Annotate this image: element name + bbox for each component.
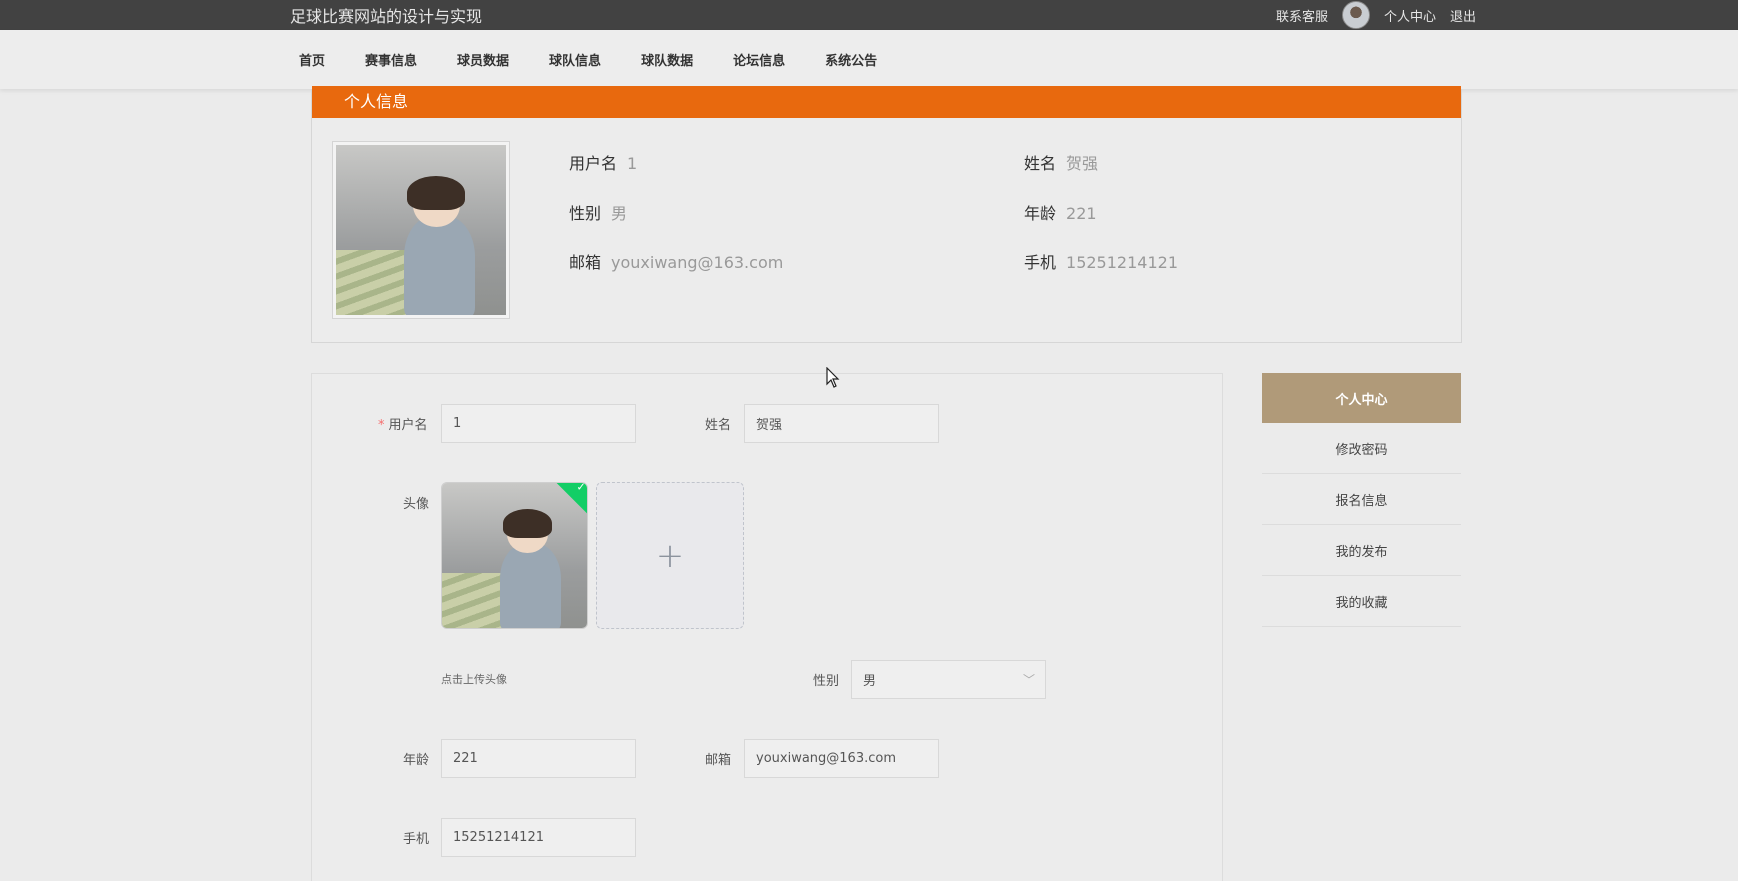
info-age-label: 年龄 (1024, 204, 1057, 223)
name-field[interactable]: 贺强 (744, 404, 939, 443)
profile-photo (332, 141, 510, 319)
info-phone: 手机 15251214121 (1024, 249, 1178, 273)
age-field-label: 年龄 (403, 753, 430, 768)
info-age-value: 221 (1066, 204, 1097, 223)
nav-item-matches[interactable]: 赛事信息 (365, 50, 417, 69)
side-menu-change-password[interactable]: 修改密码 (1262, 423, 1461, 474)
info-gender-value: 男 (611, 204, 628, 223)
uploaded-avatar-image (442, 483, 587, 628)
main-nav: 首页 赛事信息 球员数据 球队信息 球队数据 论坛信息 系统公告 (0, 30, 1738, 89)
mouse-cursor-icon (826, 367, 840, 388)
info-email: 邮箱 youxiwang@163.com (569, 249, 783, 273)
nav-item-forum[interactable]: 论坛信息 (733, 50, 785, 69)
profile-photo-image (336, 145, 506, 315)
info-phone-label: 手机 (1024, 253, 1057, 272)
email-field[interactable]: youxiwang@163.com (744, 739, 939, 778)
username-field-label: * 用户名 (378, 418, 428, 433)
info-name-value: 贺强 (1066, 154, 1099, 173)
check-icon: ✓ (576, 482, 586, 494)
info-username-label: 用户名 (569, 154, 618, 173)
gender-select-value: 男 (863, 674, 877, 689)
side-menu-my-posts[interactable]: 我的发布 (1262, 525, 1461, 576)
top-bar: 足球比赛网站的设计与实现 联系客服 个人中心 退出 (0, 0, 1738, 30)
nav-item-home[interactable]: 首页 (299, 50, 325, 69)
phone-field[interactable]: 15251214121 (441, 818, 636, 857)
plus-icon: + (655, 535, 685, 576)
profile-section-title: 个人信息 (344, 92, 409, 111)
phone-field-label: 手机 (403, 832, 430, 847)
upload-hint: 点击上传头像 (441, 673, 507, 686)
username-field[interactable]: 1 (441, 404, 636, 443)
top-right-links: 联系客服 个人中心 退出 (1276, 0, 1476, 30)
site-title: 足球比赛网站的设计与实现 (290, 7, 483, 26)
name-field-label: 姓名 (705, 418, 732, 433)
email-field-label: 邮箱 (705, 753, 732, 768)
nav-item-player-data[interactable]: 球员数据 (457, 50, 509, 69)
profile-edit-form: * 用户名 1 姓名 贺强 头像 ✓ + 点击上传头像 性别 男 ﹀ 年龄 221… (311, 373, 1223, 881)
profile-header: 个人信息 (312, 86, 1461, 118)
contact-service-link[interactable]: 联系客服 (1276, 6, 1328, 25)
gender-field-label: 性别 (813, 674, 840, 689)
logout-link[interactable]: 退出 (1450, 6, 1476, 25)
info-email-label: 邮箱 (569, 253, 602, 272)
info-age: 年龄 221 (1024, 200, 1097, 224)
age-field[interactable]: 221 (441, 739, 636, 778)
side-menu-user-center[interactable]: 个人中心 (1262, 373, 1461, 423)
info-name: 姓名 贺强 (1024, 150, 1098, 174)
upload-avatar-button[interactable]: + (596, 482, 744, 629)
uploaded-avatar[interactable]: ✓ (441, 482, 588, 629)
nav-items: 首页 赛事信息 球员数据 球队信息 球队数据 论坛信息 系统公告 (299, 30, 877, 89)
info-gender: 性别男 (569, 200, 627, 224)
chevron-down-icon: ﹀ (1022, 673, 1035, 687)
info-username: 用户名 1 (569, 150, 637, 174)
info-username-value: 1 (627, 154, 638, 173)
info-gender-label: 性别 (569, 204, 602, 223)
side-menu-favorites[interactable]: 我的收藏 (1262, 576, 1461, 627)
side-menu-registration[interactable]: 报名信息 (1262, 474, 1461, 525)
nav-item-team-info[interactable]: 球队信息 (549, 50, 601, 69)
avatar-field-label: 头像 (403, 497, 430, 512)
nav-item-team-data[interactable]: 球队数据 (641, 50, 693, 69)
avatar[interactable] (1341, 1, 1370, 29)
required-mark: * (378, 418, 385, 433)
user-center-link[interactable]: 个人中心 (1384, 6, 1436, 25)
user-side-menu: 个人中心 修改密码 报名信息 我的发布 我的收藏 (1262, 373, 1461, 627)
profile-card: 个人信息 用户名 1 姓名 贺强 性别男 年龄 221 邮箱 youxiwang@163… (311, 86, 1462, 343)
info-phone-value: 15251214121 (1066, 253, 1178, 272)
info-email-value: youxiwang@163.com (611, 253, 784, 272)
nav-item-announcements[interactable]: 系统公告 (825, 50, 877, 69)
gender-select[interactable]: 男 ﹀ (851, 660, 1046, 699)
info-name-label: 姓名 (1024, 154, 1057, 173)
